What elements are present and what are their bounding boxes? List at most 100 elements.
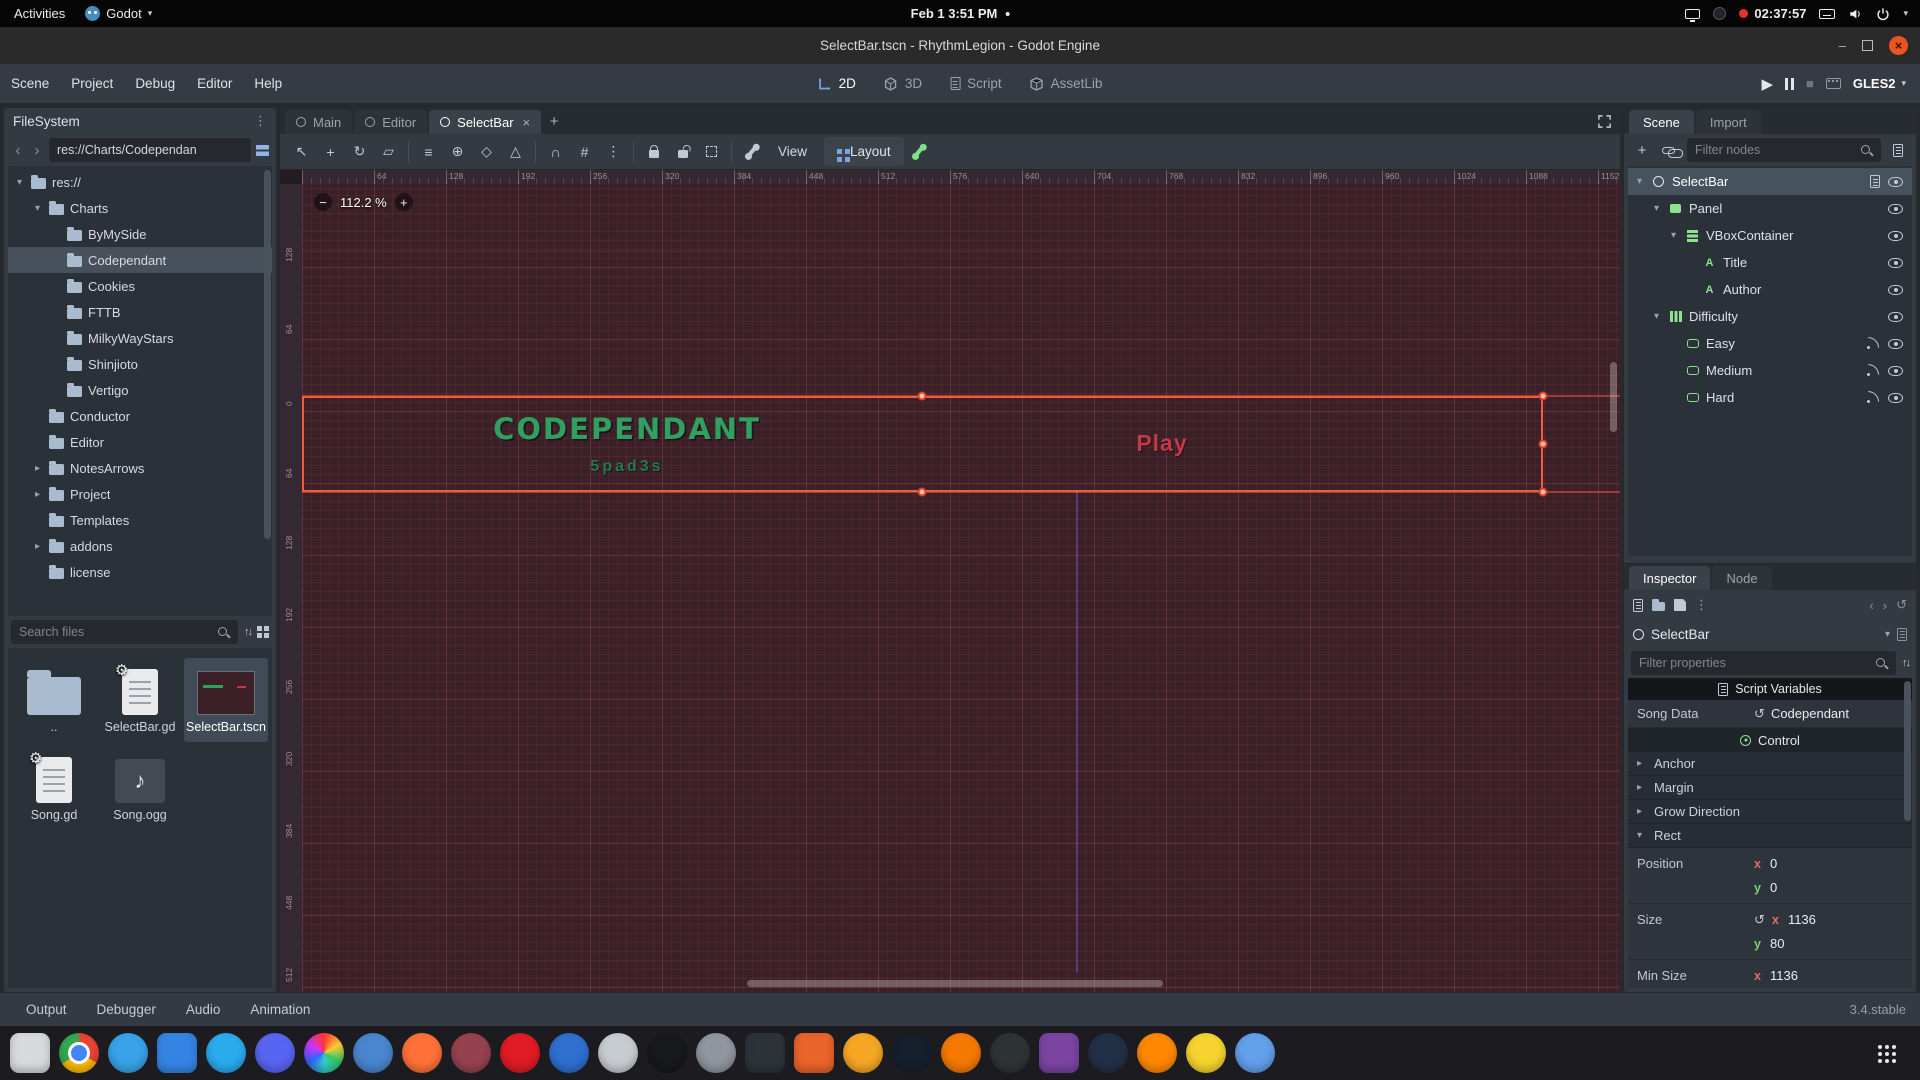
section-anchor[interactable]: ▸Anchor — [1628, 752, 1912, 776]
dock-app-chat-blue[interactable] — [108, 1033, 148, 1073]
dock-app-firefox[interactable] — [402, 1033, 442, 1073]
property-size[interactable]: Size↺x1136y80 — [1628, 904, 1912, 960]
section-rect[interactable]: ▾Rect — [1628, 824, 1912, 848]
dock-app-orange-folder[interactable] — [794, 1033, 834, 1073]
dock-app-chrome[interactable] — [59, 1033, 99, 1073]
window-titlebar[interactable]: SelectBar.tscn - RhythmLegion - Godot En… — [0, 27, 1920, 64]
new-resource-icon[interactable] — [1633, 599, 1643, 612]
scene-tab-editor[interactable]: Editor — [354, 110, 427, 134]
scene-node-medium[interactable]: Medium — [1628, 357, 1912, 384]
eye-icon[interactable] — [1888, 177, 1903, 187]
eye-icon[interactable] — [1888, 312, 1903, 322]
scene-node-panel[interactable]: ▾Panel — [1628, 195, 1912, 222]
current-path-field[interactable]: res://Charts/Codependan — [49, 138, 251, 162]
dock-app-blue-app[interactable] — [549, 1033, 589, 1073]
resource-options-icon[interactable]: ⋮ — [1695, 597, 1708, 613]
scene-node-vboxcontainer[interactable]: ▾VBoxContainer — [1628, 222, 1912, 249]
file-item-song-ogg[interactable]: ♪Song.ogg — [98, 746, 182, 830]
skeleton-options-icon[interactable] — [738, 139, 765, 165]
eye-icon[interactable] — [1888, 393, 1903, 403]
property-position[interactable]: Positionx0y0 — [1628, 848, 1912, 904]
property-x-line[interactable]: x1136 — [1754, 965, 1903, 986]
dock-app-discord[interactable] — [255, 1033, 295, 1073]
save-resource-icon[interactable] — [1674, 599, 1686, 611]
unlock-toggle-icon[interactable] — [669, 139, 696, 165]
fs-tree-item-fttb[interactable]: FTTB — [8, 299, 272, 325]
sort-files-button[interactable]: ↑↓ — [244, 626, 251, 638]
dock-app-blue-app-2[interactable] — [1235, 1033, 1275, 1073]
tab-inspector[interactable]: Inspector — [1629, 566, 1710, 590]
revert-icon[interactable]: ↺ — [1754, 912, 1765, 928]
close-button[interactable]: × — [1889, 36, 1908, 55]
dock-app-purple-app[interactable] — [1039, 1033, 1079, 1073]
panel-debugger[interactable]: Debugger — [85, 997, 168, 1022]
dock-app-orange-app[interactable] — [843, 1033, 883, 1073]
eye-icon[interactable] — [1888, 366, 1903, 376]
keyboard-icon[interactable] — [1819, 9, 1835, 19]
activities-button[interactable]: Activities — [14, 6, 65, 21]
dock-app-shield-app[interactable] — [1186, 1033, 1226, 1073]
workspace-script[interactable]: Script — [939, 71, 1013, 96]
volume-icon[interactable] — [1848, 7, 1863, 21]
menu-project[interactable]: Project — [60, 70, 124, 97]
dock-app-vlc[interactable] — [1137, 1033, 1177, 1073]
file-item-selectbar-gd[interactable]: ⚙SelectBar.gd — [98, 658, 182, 742]
tree-expand-icon[interactable]: ▾ — [1651, 311, 1662, 322]
fs-tree-item-conductor[interactable]: Conductor — [8, 403, 272, 429]
property-value[interactable]: ↺Codependant — [1754, 706, 1903, 722]
fs-tree-item-editor[interactable]: Editor — [8, 429, 272, 455]
tree-expand-icon[interactable]: ▾ — [14, 177, 25, 188]
property-y-line[interactable]: y0 — [1754, 877, 1903, 898]
object-history-icon[interactable]: ↺ — [1896, 597, 1907, 613]
tree-expand-icon[interactable]: ▸ — [32, 489, 43, 500]
dock-app-gray-app[interactable] — [598, 1033, 638, 1073]
property-x-line[interactable]: x0 — [1754, 853, 1903, 874]
fs-tree-item-bymyside[interactable]: ByMySide — [8, 221, 272, 247]
pivot-tool-icon[interactable]: ⊕ — [444, 139, 471, 165]
tree-expand-icon[interactable]: ▸ — [32, 463, 43, 474]
file-item-[interactable]: .. — [12, 658, 96, 742]
script-variables-header[interactable]: Script Variables — [1628, 678, 1912, 700]
fs-tree-item-charts[interactable]: ▾Charts — [8, 195, 272, 221]
clock[interactable]: Feb 1 3:51 PM — [911, 6, 1010, 21]
zoom-in-button[interactable]: + — [395, 193, 413, 211]
section-margin[interactable]: ▸Margin — [1628, 776, 1912, 800]
system-menu-chevron-icon[interactable]: ▾ — [1903, 8, 1908, 19]
dock-app-dark-app[interactable] — [647, 1033, 687, 1073]
select-tool-icon[interactable]: ↖ — [288, 139, 315, 165]
tab-scene[interactable]: Scene — [1629, 110, 1694, 134]
property-song-data[interactable]: Song Data↺Codependant — [1628, 700, 1912, 728]
handle-top-right[interactable] — [1539, 392, 1548, 401]
dock-app-red-app[interactable] — [500, 1033, 540, 1073]
panel-output[interactable]: Output — [14, 997, 79, 1022]
tree-expand-icon[interactable]: ▾ — [1651, 203, 1662, 214]
maximize-button[interactable] — [1862, 40, 1873, 51]
history-forward-icon[interactable]: › — [1883, 598, 1887, 613]
panel-audio[interactable]: Audio — [174, 997, 233, 1022]
property-x-line[interactable]: ↺x1136 — [1754, 909, 1903, 930]
menu-debug[interactable]: Debug — [124, 70, 186, 97]
handle-middle-right[interactable] — [1539, 440, 1548, 449]
show-applications-icon[interactable] — [1876, 1043, 1896, 1063]
view-menu[interactable]: View — [767, 144, 818, 159]
scene-node-difficulty[interactable]: ▾Difficulty — [1628, 303, 1912, 330]
ruler-tool-icon[interactable]: △ — [502, 139, 529, 165]
play-custom-scene-icon[interactable] — [1826, 78, 1841, 89]
menu-help[interactable]: Help — [243, 70, 293, 97]
new-scene-tab-button[interactable]: + — [543, 113, 565, 130]
handle-top-center[interactable] — [918, 392, 927, 401]
property-y-line[interactable]: y80 — [1754, 933, 1903, 954]
eye-icon[interactable] — [1888, 339, 1903, 349]
dock-app-telegram[interactable] — [206, 1033, 246, 1073]
tree-expand-icon[interactable]: ▾ — [32, 203, 43, 214]
scene-tab-selectbar[interactable]: SelectBar× — [429, 110, 541, 134]
fs-tree-item-notesarrows[interactable]: ▸NotesArrows — [8, 455, 272, 481]
tab-node[interactable]: Node — [1712, 566, 1771, 590]
snap-options-icon[interactable]: ⋮ — [600, 139, 627, 165]
list-select-tool-icon[interactable]: ≡ — [415, 139, 442, 165]
inspector-scrollbar[interactable] — [1904, 681, 1911, 821]
attach-script-icon[interactable] — [1887, 139, 1909, 161]
nav-forward-button[interactable]: › — [30, 142, 44, 159]
layout-menu[interactable]: Layout — [824, 137, 904, 166]
handle-bottom-center[interactable] — [918, 488, 927, 497]
